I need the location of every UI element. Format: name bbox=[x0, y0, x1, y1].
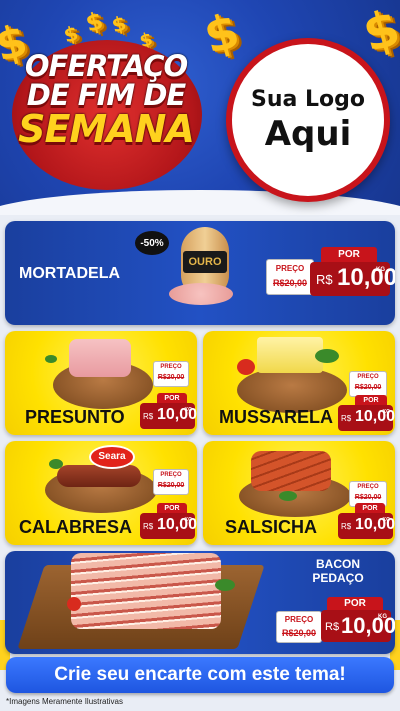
old-price-tag: PREÇO R$20,00 bbox=[153, 361, 189, 387]
calabresa-image bbox=[57, 465, 141, 487]
old-price-tag: PREÇO R$20,00 bbox=[276, 611, 322, 643]
logo-placeholder[interactable]: Sua Logo Aqui bbox=[226, 38, 390, 202]
product-card-mortadela[interactable]: MORTADELA -50% OURO PREÇO R$20,00 POR R$… bbox=[5, 221, 395, 325]
por-label: POR bbox=[327, 597, 383, 611]
mortadela-image: OURO bbox=[169, 227, 235, 305]
leaf-icon bbox=[49, 459, 63, 469]
brand-label: Seara bbox=[89, 445, 135, 469]
price-tag: R$ 10,00 KG bbox=[140, 513, 197, 539]
disclaimer-text: *Imagens Meramente Ilustrativas bbox=[6, 697, 123, 706]
old-price-tag: PREÇO R$20,00 bbox=[266, 259, 314, 295]
tomato-icon bbox=[67, 597, 81, 611]
old-price-tag: PREÇO R$20,00 bbox=[153, 469, 189, 495]
old-price-tag: PREÇO R$20,00 bbox=[349, 371, 387, 397]
product-name: BACON PEDAÇO bbox=[312, 557, 364, 586]
leaf-icon bbox=[45, 355, 57, 363]
product-card-bacon[interactable]: BACON PEDAÇO PREÇO R$20,00 POR R$ 10,00 … bbox=[5, 551, 395, 654]
product-card-calabresa[interactable]: Seara CALABRESA PREÇO R$20,00 POR R$ 10,… bbox=[5, 441, 197, 545]
price-tag: R$ 10,00 KG bbox=[338, 513, 395, 539]
price-value: 10,00 bbox=[337, 264, 395, 291]
cta-button[interactable]: Crie seu encarte com este tema! bbox=[6, 657, 394, 693]
dollar-icon: $ bbox=[82, 6, 107, 38]
logo-text-line1: Sua Logo bbox=[250, 86, 365, 112]
price-tag: R$ 10,00 KG bbox=[338, 405, 395, 431]
leaf-icon bbox=[315, 349, 339, 363]
product-name: CALABRESA bbox=[19, 517, 133, 537]
tomato-icon bbox=[237, 359, 255, 375]
por-label: POR bbox=[321, 247, 377, 263]
dollar-icon: $ bbox=[357, 0, 400, 64]
presunto-image bbox=[69, 339, 131, 377]
headline-line2: DE FIM DE bbox=[26, 78, 186, 112]
headline-line3: SEMANA bbox=[18, 107, 195, 151]
leaf-icon bbox=[215, 579, 235, 591]
logo-text-line2: Aqui bbox=[264, 113, 352, 154]
product-card-salsicha[interactable]: SALSICHA PREÇO R$20,00 POR R$ 10,00 KG bbox=[203, 441, 395, 545]
headline-line1: OFERTAÇO bbox=[24, 49, 188, 83]
price-tag: R$ 10,00 KG bbox=[140, 403, 197, 429]
price-tag: R$ 10,00 KG bbox=[321, 610, 395, 642]
bacon-image bbox=[71, 553, 221, 629]
product-card-presunto[interactable]: PRESUNTO PREÇO R$20,00 POR R$ 10,00 KG bbox=[5, 331, 197, 435]
product-name: MUSSARELA bbox=[219, 407, 334, 427]
product-name: PRESUNTO bbox=[25, 407, 125, 427]
brand-label: OURO bbox=[183, 251, 227, 273]
dollar-icon: $ bbox=[109, 10, 129, 38]
product-card-mussarela[interactable]: MUSSARELA PREÇO R$20,00 POR R$ 10,00 KG bbox=[203, 331, 395, 435]
leaf-icon bbox=[279, 491, 297, 501]
product-name: SALSICHA bbox=[225, 517, 318, 537]
price-tag: R$ 10,00 KG bbox=[310, 262, 395, 296]
discount-badge: -50% bbox=[135, 231, 169, 255]
salsicha-image bbox=[251, 451, 331, 491]
headline: OFERTAÇO DE FIM DE SEMANA bbox=[6, 49, 206, 151]
mussarela-image bbox=[257, 337, 323, 373]
product-name: MORTADELA bbox=[19, 265, 121, 282]
